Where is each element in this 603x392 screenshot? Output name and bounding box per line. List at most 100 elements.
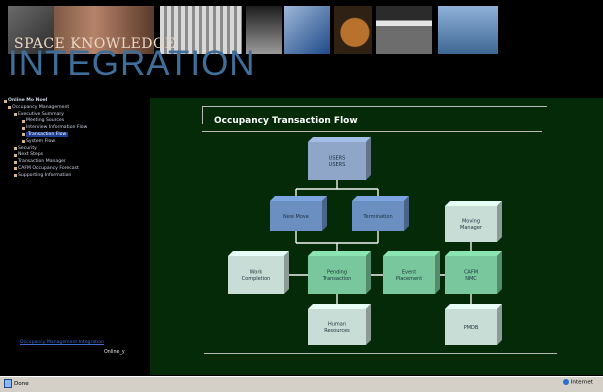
- box-label: Work: [250, 270, 263, 276]
- box-side-face: [497, 251, 502, 294]
- box-top-face: [445, 304, 502, 309]
- box-side-face: [497, 304, 502, 345]
- sidebar-footer-note: Online_y: [104, 350, 125, 355]
- header-photo: [284, 6, 330, 54]
- sidebar-item-label: Executive Summary: [18, 111, 65, 117]
- zone-text: Internet: [570, 379, 593, 386]
- flow-box-pending: PendingTransaction: [308, 251, 371, 294]
- header-photo: [438, 6, 498, 54]
- box-label: Event: [402, 270, 416, 276]
- sidebar-item-active[interactable]: Transaction Flow: [0, 131, 146, 139]
- box-label: Completion: [242, 276, 271, 282]
- bullet-icon: [22, 119, 25, 123]
- globe-icon: [562, 379, 569, 385]
- box-side-face: [404, 196, 409, 231]
- box-label: Placement: [396, 276, 422, 282]
- flow-box-pmdb: PMDB: [445, 304, 502, 345]
- box-label: Moving: [462, 219, 480, 225]
- box-label: Manager: [460, 225, 483, 231]
- sidebar-item[interactable]: CAFM Occupancy Forecast: [0, 166, 146, 173]
- flow-box-moving: MovingManager: [445, 201, 502, 242]
- transaction-flow-diagram: USERSUSERS New Move Termination MovingManag…: [228, 137, 502, 345]
- panel-rule: [204, 353, 557, 354]
- box-top-face: [445, 251, 502, 256]
- box-top-face: [308, 137, 371, 142]
- status-zone: Internet: [562, 379, 593, 386]
- sidebar-item[interactable]: System Flow: [0, 139, 146, 146]
- bullet-icon: [14, 153, 17, 157]
- bullet-icon: [22, 133, 25, 137]
- flow-box-work: WorkCompletion: [228, 251, 289, 294]
- box-side-face: [366, 137, 371, 180]
- sidebar-item-label: Meeting Sources: [26, 118, 65, 124]
- box-label: Human: [328, 322, 346, 328]
- header-photo: [334, 6, 372, 54]
- box-top-face: [228, 251, 289, 256]
- sidebar-item-label: Supporting Information: [18, 172, 72, 178]
- box-side-face: [366, 304, 371, 345]
- flow-box-top: USERSUSERS: [308, 137, 371, 180]
- sidebar-item[interactable]: Occupancy Management: [0, 105, 146, 112]
- box-label: Pending: [327, 270, 347, 276]
- sidebar-item-label: Next Steps: [18, 152, 44, 158]
- sidebar-footer-link[interactable]: Occupancy Management Integration: [20, 340, 104, 345]
- sidebar-item-label: CAFM Occupancy Forecast: [18, 165, 79, 171]
- box-label: CAFM: [464, 270, 478, 276]
- bullet-icon: [22, 126, 25, 130]
- sidebar-nav: Online Mo Noel Occupancy Management Execut…: [0, 98, 146, 375]
- content-panel: Occupancy Transaction Flow USERS USERS New…: [150, 98, 603, 375]
- sidebar-item[interactable]: Online Mo Noel: [0, 98, 146, 105]
- brand-title: INTEGRATION: [8, 44, 256, 82]
- sidebar-item[interactable]: Supporting Information: [0, 173, 146, 180]
- bullet-icon: [14, 174, 17, 178]
- box-side-face: [497, 201, 502, 242]
- bullet-icon: [14, 160, 17, 164]
- bullet-icon: [14, 113, 17, 117]
- box-side-face: [435, 251, 440, 294]
- box-side-face: [366, 251, 371, 294]
- box-label: USERS: [329, 156, 346, 162]
- box-label: Resources: [324, 328, 350, 334]
- bullet-icon: [14, 167, 17, 171]
- sidebar-item-label: Transaction Manager: [18, 159, 66, 165]
- sidebar-item-label: Occupancy Management: [12, 104, 70, 110]
- site-header: SPACE KNOWLEDGE INTEGRATION: [0, 0, 603, 82]
- bullet-icon: [8, 106, 11, 110]
- sidebar-item[interactable]: Transaction Manager: [0, 159, 146, 166]
- sidebar-item-label: Transaction Flow: [26, 131, 69, 137]
- sidebar-item-label: Online Mo Noel: [8, 98, 48, 103]
- box-label: USERS: [329, 162, 346, 168]
- box-top-face: [308, 251, 371, 256]
- sidebar-item[interactable]: Executive Summary: [0, 112, 146, 119]
- box-side-face: [284, 251, 289, 294]
- bullet-icon: [22, 140, 25, 144]
- flow-boxes: USERSUSERS New Move Termination MovingManag…: [228, 137, 502, 345]
- sidebar-item[interactable]: Interview Information Flow: [0, 125, 146, 132]
- sidebar-item-label: System Flow: [26, 138, 56, 144]
- nav-tree: Online Mo Noel Occupancy Management Execut…: [0, 98, 146, 180]
- box-label: Termination: [362, 214, 392, 220]
- box-top-face: [270, 196, 327, 201]
- box-label: Transaction: [322, 276, 352, 282]
- flow-box-hr: HumanResources: [308, 304, 371, 345]
- flow-box-event: EventPlacement: [383, 251, 440, 294]
- bullet-icon: [4, 99, 7, 103]
- flow-box-cafm: CAFMNMC: [445, 251, 502, 294]
- sidebar-item-label: Interview Information Flow: [26, 125, 88, 131]
- box-top-face: [352, 196, 409, 201]
- flow-box-newmove: New Move: [270, 196, 327, 231]
- flow-box-termination: Termination: [352, 196, 409, 231]
- box-top-face: [308, 304, 371, 309]
- sidebar-item-label: Security: [18, 145, 37, 151]
- page-icon: [4, 379, 12, 388]
- box-top-face: [383, 251, 440, 256]
- box-label: New Move: [283, 214, 309, 220]
- header-photo: [376, 6, 432, 54]
- browser-status-bar: Done Internet: [0, 376, 603, 392]
- status-text: Done: [14, 381, 29, 387]
- box-side-face: [322, 196, 327, 231]
- status-done: Done: [4, 379, 29, 388]
- box-label: PMDB: [464, 325, 479, 331]
- box-label: NMC: [465, 276, 477, 282]
- bullet-icon: [14, 147, 17, 151]
